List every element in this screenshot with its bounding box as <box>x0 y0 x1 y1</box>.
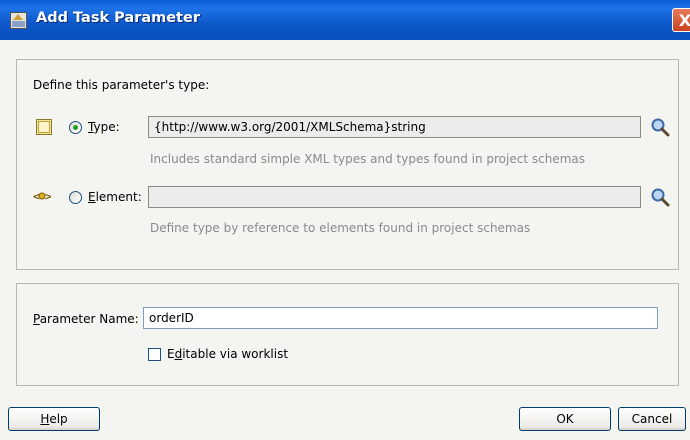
svg-text:>: > <box>45 190 51 202</box>
element-value-field[interactable] <box>148 186 641 208</box>
type-radio-selected-dot <box>73 125 78 130</box>
parameter-name-mnemonic: P <box>33 312 40 326</box>
type-value-field[interactable]: {http://www.w3.org/2001/XMLSchema}string <box>148 116 641 138</box>
help-label-rest: elp <box>49 412 68 426</box>
editable-label-prefix: E <box>167 347 175 361</box>
type-radio[interactable] <box>69 121 82 134</box>
help-button[interactable]: Help <box>8 407 100 431</box>
window-title: Add Task Parameter <box>36 10 200 26</box>
editable-label: Editable via worklist <box>167 347 288 361</box>
title-bar: Add Task Parameter X <box>0 0 690 40</box>
editable-checkbox[interactable] <box>148 348 161 361</box>
type-option-label: Type: <box>88 120 120 134</box>
cancel-button[interactable]: Cancel <box>618 407 686 431</box>
type-section-heading: Define this parameter's type: <box>33 78 210 92</box>
parameter-name-input[interactable]: orderID <box>143 307 658 329</box>
parameter-panel <box>16 283 679 386</box>
parameter-name-label-rest: arameter Name: <box>39 312 139 326</box>
type-hint: Includes standard simple XML types and t… <box>150 152 585 166</box>
close-button[interactable]: X <box>672 8 690 32</box>
schema-type-icon <box>36 119 52 135</box>
element-mnemonic: E <box>88 190 96 204</box>
type-label-rest: ype: <box>93 120 120 134</box>
parameter-name-label: Parameter Name: <box>33 312 139 326</box>
ok-button[interactable]: OK <box>519 407 611 431</box>
help-mnemonic: H <box>40 412 50 426</box>
app-icon <box>10 12 27 29</box>
element-radio[interactable] <box>69 191 82 204</box>
type-browse-magnifier-icon[interactable] <box>650 117 670 137</box>
editable-label-rest: itable via worklist <box>182 347 289 361</box>
element-option-label: Element: <box>88 190 142 204</box>
element-hint: Define type by reference to elements fou… <box>150 221 531 235</box>
xml-element-icon: < > <box>33 190 51 202</box>
element-label-rest: lement: <box>95 190 142 204</box>
element-browse-magnifier-icon[interactable] <box>650 187 670 207</box>
